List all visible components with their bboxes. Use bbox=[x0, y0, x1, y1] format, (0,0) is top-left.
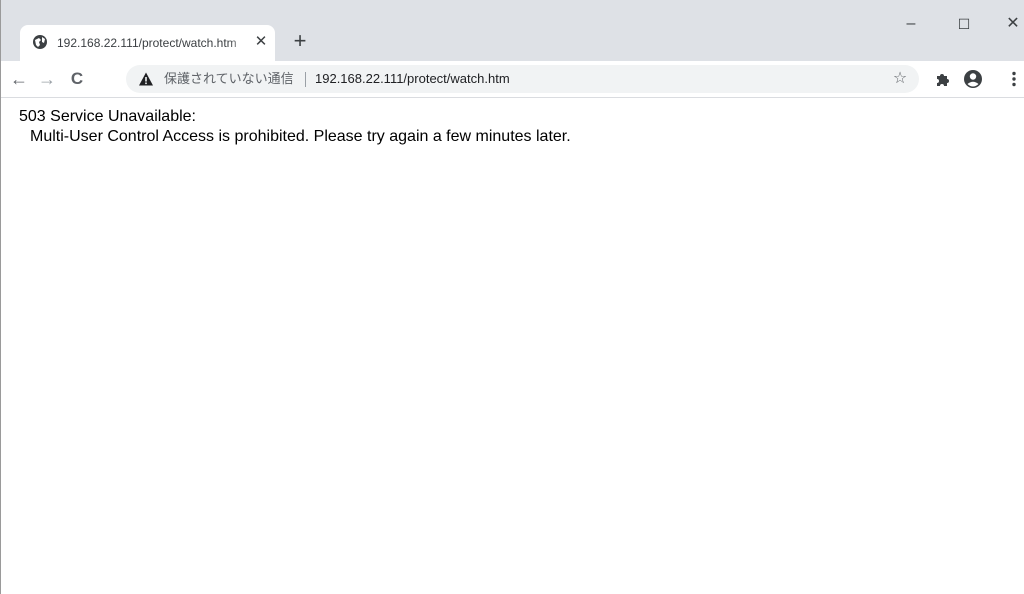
minimize-button[interactable]: – bbox=[896, 12, 926, 36]
error-heading: 503 Service Unavailable: bbox=[19, 108, 196, 125]
page-content: 503 Service Unavailable: Multi-User Cont… bbox=[19, 107, 1009, 147]
tab-title: 192.168.22.111/protect/watch.htm bbox=[57, 36, 237, 50]
error-message: Multi-User Control Access is prohibited.… bbox=[30, 128, 571, 145]
reload-button[interactable]: C bbox=[65, 67, 89, 91]
toolbar: ← → C 保護されていない通信 192.168.22.111/protect/… bbox=[0, 61, 1024, 98]
menu-kebab-icon[interactable] bbox=[1002, 67, 1024, 91]
address-bar[interactable]: 保護されていない通信 192.168.22.111/protect/watch.… bbox=[126, 65, 919, 93]
url-text[interactable]: 192.168.22.111/protect/watch.htm bbox=[315, 65, 510, 93]
window-left-border bbox=[0, 0, 1, 594]
warning-icon[interactable] bbox=[138, 71, 154, 87]
omnibox-separator bbox=[305, 72, 306, 87]
browser-tab[interactable]: 192.168.22.111/protect/watch.htm ✕ bbox=[20, 25, 275, 61]
tab-close-icon[interactable]: ✕ bbox=[253, 34, 269, 50]
security-status-label[interactable]: 保護されていない通信 bbox=[164, 65, 294, 93]
extensions-puzzle-icon[interactable] bbox=[930, 67, 954, 91]
new-tab-button[interactable]: + bbox=[288, 29, 312, 53]
bookmark-star-icon[interactable]: ☆ bbox=[888, 67, 912, 91]
back-button[interactable]: ← bbox=[7, 67, 31, 91]
globe-icon bbox=[33, 35, 47, 49]
maximize-button[interactable]: ☐ bbox=[949, 12, 979, 36]
tab-strip: 192.168.22.111/protect/watch.htm ✕ + – ☐… bbox=[0, 0, 1024, 61]
close-window-button[interactable]: ✕ bbox=[998, 12, 1024, 36]
profile-avatar-icon[interactable] bbox=[961, 67, 985, 91]
forward-button[interactable]: → bbox=[35, 67, 59, 91]
